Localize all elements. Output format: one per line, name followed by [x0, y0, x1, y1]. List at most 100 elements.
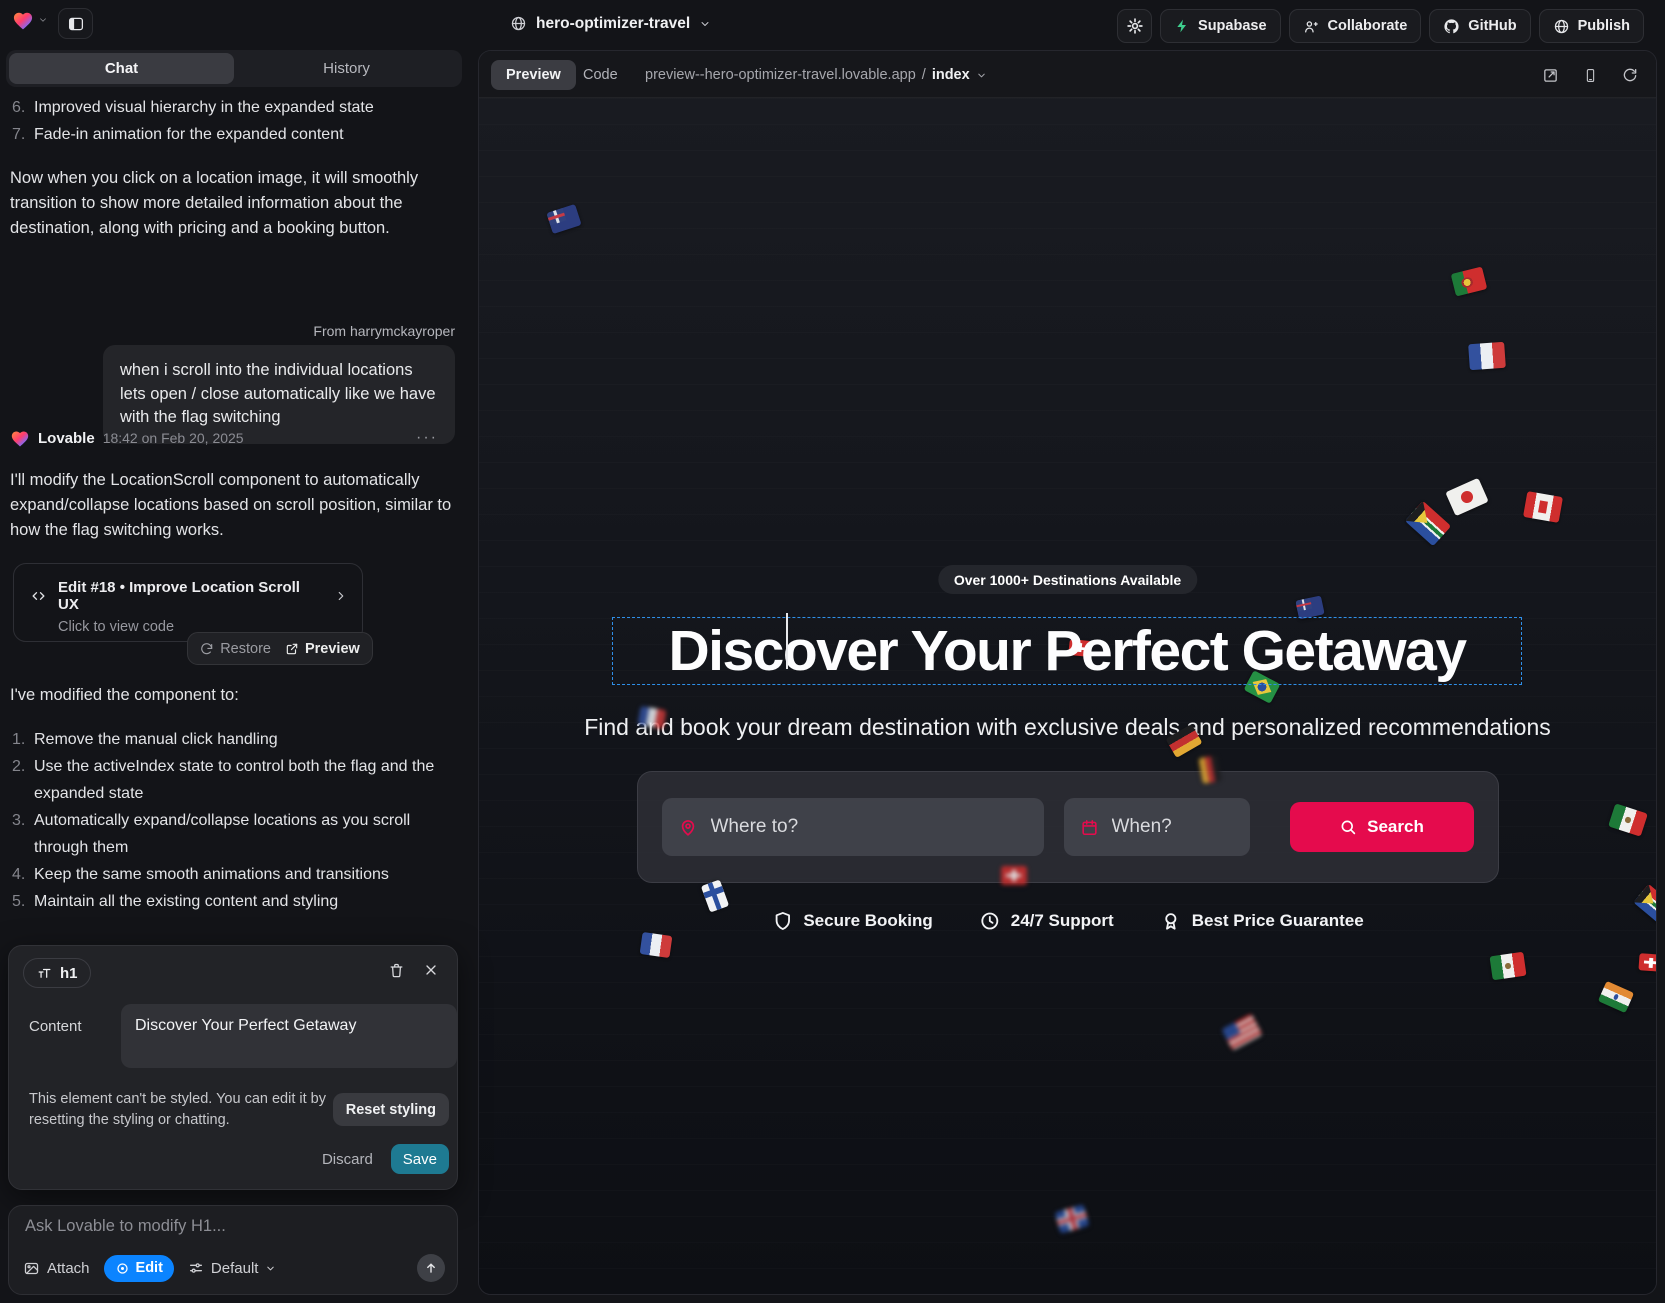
content-textarea[interactable]: Discover Your Perfect Getaway: [121, 1004, 457, 1068]
project-name: hero-optimizer-travel: [536, 15, 690, 33]
chat-list-top: 6.Improved visual hierarchy in the expan…: [0, 94, 456, 148]
h1-selection-outline: Discover Your Perfect Getaway: [612, 617, 1522, 685]
when-field[interactable]: [1064, 798, 1250, 856]
flag-germany-icon: [1198, 755, 1221, 784]
close-editor-button[interactable]: [423, 962, 439, 978]
chevron-right-icon: [334, 589, 348, 603]
hero-title[interactable]: Discover Your Perfect Getaway: [668, 618, 1465, 684]
flag-mexico-icon: [1608, 803, 1648, 836]
element-editor-panel: h1 Content Discover Your Perfect Getaway…: [8, 945, 458, 1190]
globe-icon: [1553, 18, 1570, 35]
collaborate-button[interactable]: Collaborate: [1289, 9, 1422, 43]
url-page: index: [932, 67, 970, 83]
list-item: 3.Automatically expand/collapse location…: [0, 807, 456, 861]
tab-history[interactable]: History: [234, 53, 459, 84]
where-input[interactable]: [709, 815, 1028, 839]
feature-award: Best Price Guarantee: [1160, 910, 1364, 932]
message-menu-button[interactable]: ···: [416, 429, 438, 447]
delete-element-button[interactable]: [388, 962, 405, 979]
preview-viewport: Over 1000+ Destinations Available Discov…: [479, 98, 1656, 1294]
github-icon: [1443, 18, 1460, 35]
hero-subtitle: Find and book your dream destination wit…: [584, 714, 1551, 741]
chat-history-tabs: Chat History: [6, 50, 462, 87]
sliders-icon: [188, 1260, 204, 1276]
supabase-button[interactable]: Supabase: [1160, 9, 1281, 43]
chat-list-bottom: 1.Remove the manual click handling2.Use …: [0, 726, 456, 915]
feature-clock: 24/7 Support: [979, 910, 1114, 932]
mobile-view-button[interactable]: [1583, 67, 1598, 84]
chevron-down-icon: [976, 70, 987, 81]
edit-mode-button[interactable]: Edit: [104, 1255, 174, 1282]
heart-avatar-icon: [10, 429, 30, 447]
edit-card[interactable]: Edit #18 • Improve Location Scroll UX Cl…: [13, 563, 363, 642]
list-item: 4.Keep the same smooth animations and tr…: [0, 861, 456, 888]
lovable-app: hero-optimizer-travel Supabase: [0, 0, 1665, 1303]
panel-left-icon: [67, 15, 85, 33]
topbar: hero-optimizer-travel Supabase: [0, 0, 1665, 47]
flag-france-icon: [640, 932, 673, 958]
features-row: Secure Booking 24/7 Support Best Price Gua…: [771, 910, 1363, 932]
tab-chat[interactable]: Chat: [9, 53, 234, 84]
chevron-down-icon: [265, 1263, 276, 1274]
lovable-menu[interactable]: [12, 10, 48, 30]
flag-switzerland-icon: [1001, 866, 1027, 885]
discard-button[interactable]: Discard: [322, 1151, 373, 1168]
list-item: 5.Maintain all the existing content and …: [0, 888, 456, 915]
open-in-new-tab-button[interactable]: [1542, 67, 1559, 84]
assistant-paragraph: Now when you click on a location image, …: [10, 166, 452, 241]
from-label: From harrymckayroper: [313, 323, 455, 339]
flag-mexico-icon: [1489, 952, 1526, 980]
flag-australia-icon: [546, 204, 581, 234]
clock-icon: [979, 910, 1001, 932]
text-caret: [786, 613, 788, 669]
tab-code[interactable]: Code: [583, 60, 618, 90]
gear-icon: [1126, 17, 1144, 35]
element-tag: h1: [60, 965, 78, 982]
refresh-button[interactable]: [1622, 67, 1638, 83]
flag-france-icon: [1468, 342, 1506, 370]
flag-finland-icon: [701, 879, 729, 912]
publish-button[interactable]: Publish: [1539, 9, 1644, 43]
where-field[interactable]: [662, 798, 1044, 856]
search-icon: [1339, 818, 1357, 836]
github-button[interactable]: GitHub: [1429, 9, 1530, 43]
heart-logo-icon: [12, 10, 34, 30]
chevron-down-icon: [699, 18, 711, 30]
url-breadcrumb[interactable]: preview--hero-optimizer-travel.lovable.a…: [645, 60, 987, 90]
flag-new-zealand-icon: [1295, 596, 1324, 620]
list-item: 7.Fade-in animation for the expanded con…: [0, 121, 456, 148]
reset-styling-button[interactable]: Reset styling: [333, 1093, 449, 1126]
tab-preview[interactable]: Preview: [491, 60, 576, 90]
element-tag-pill: h1: [23, 958, 91, 988]
send-button[interactable]: [417, 1254, 445, 1282]
preview-button[interactable]: Preview: [285, 641, 360, 657]
when-input[interactable]: [1110, 815, 1234, 839]
flag-india-icon: [1598, 981, 1634, 1013]
type-icon: [36, 966, 53, 981]
hero-badge: Over 1000+ Destinations Available: [938, 565, 1197, 594]
search-button[interactable]: Search: [1290, 802, 1474, 852]
save-button[interactable]: Save: [391, 1144, 449, 1174]
restore-button[interactable]: Restore: [200, 641, 271, 657]
restore-icon: [200, 642, 214, 656]
flag-switzerland-icon: [1638, 953, 1657, 972]
feature-shield: Secure Booking: [771, 910, 932, 932]
search-panel: Search: [637, 771, 1499, 883]
settings-button[interactable]: [1117, 9, 1152, 43]
flag-south-africa-icon: [1633, 884, 1657, 924]
code-icon: [29, 588, 48, 604]
mode-select[interactable]: Default: [188, 1260, 277, 1277]
flag-portugal-icon: [1451, 266, 1488, 296]
list-item: 1.Remove the manual click handling: [0, 726, 456, 753]
award-icon: [1160, 910, 1182, 932]
chat-panel: Chat History 6.Improved visual hierarchy…: [0, 47, 470, 1303]
assistant-paragraph: I've modified the component to:: [10, 683, 455, 708]
sidebar-toggle-button[interactable]: [58, 8, 93, 39]
chat-input[interactable]: [23, 1216, 423, 1237]
arrow-up-icon: [424, 1261, 438, 1275]
flag-switzerland-icon: [1068, 639, 1092, 657]
project-menu[interactable]: hero-optimizer-travel: [510, 8, 711, 39]
flag-south-africa-icon: [1405, 501, 1451, 546]
attach-button[interactable]: Attach: [23, 1260, 90, 1277]
edit-card-title: Edit #18 • Improve Location Scroll UX: [58, 579, 324, 613]
